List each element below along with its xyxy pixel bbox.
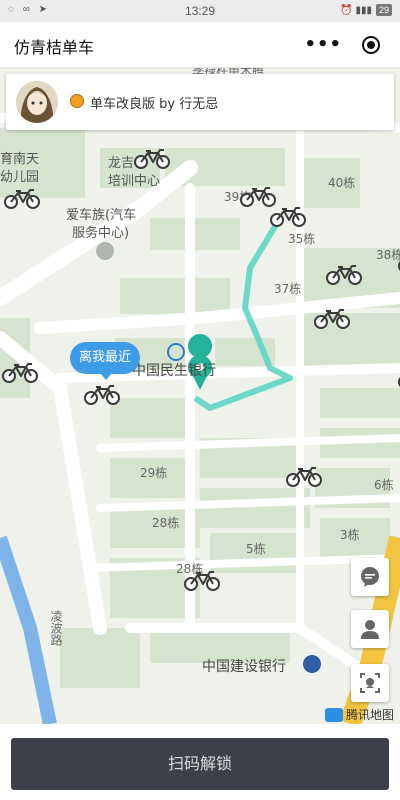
close-miniprogram-button[interactable] <box>362 36 380 54</box>
title-bar: 仿青桔单车 ••• <box>0 22 400 68</box>
bottom-bar: 扫码解锁 <box>0 724 400 800</box>
map-label-b6: 6栋 <box>374 478 394 492</box>
map-label-minsheng-bank: 中国民生银行 <box>132 363 216 379</box>
bike-icon[interactable] <box>396 252 400 274</box>
map-label-training-2: 培训中心 <box>108 174 161 189</box>
locate-button[interactable] <box>351 664 389 702</box>
avatar-image <box>16 81 58 123</box>
map-label-b5: 5栋 <box>246 542 266 556</box>
map-view[interactable]: 季禄杵甲木腾 育南天 幼儿园 龙吉 培训中心 爱车族(汽车 服务中心) 39栋 … <box>0 68 400 724</box>
orange-icon <box>70 94 84 108</box>
feedback-button[interactable] <box>351 558 389 596</box>
bike-icon[interactable] <box>396 368 400 390</box>
map-label-b28a: 28栋 <box>152 516 180 530</box>
map-label-kindergarten-2: 幼儿园 <box>0 170 40 185</box>
map-label-b3: 3栋 <box>340 528 360 542</box>
map-label-ccb: 中国建设银行 <box>202 659 286 675</box>
chat-bubble-icon <box>361 567 379 587</box>
bike-icon[interactable] <box>312 308 352 330</box>
map-label-b35: 35栋 <box>288 232 316 246</box>
bike-icon[interactable] <box>324 264 364 286</box>
info-card[interactable]: 单车改良版 by 行无忌 <box>6 74 394 130</box>
map-label-car-club-2: 服务中心) <box>72 226 130 241</box>
bike-icon[interactable] <box>0 362 40 384</box>
bike-icon[interactable] <box>284 466 324 488</box>
tencent-map-logo-icon <box>325 707 343 722</box>
user-icon <box>361 620 379 639</box>
battery-icon: 29 <box>375 4 392 16</box>
scan-unlock-button[interactable]: 扫码解锁 <box>11 738 389 790</box>
bike-icon[interactable] <box>238 186 278 208</box>
status-indicator-icons: ⏰ ▮▮▮ <box>340 4 372 16</box>
status-bar: ◌ ∞ ➤ 13:29 ⏰ ▮▮▮ 29 <box>0 0 400 22</box>
bike-icon[interactable] <box>132 148 172 170</box>
map-label-car-club-1: 爱车族(汽车 <box>66 208 137 223</box>
nearest-bike-bubble[interactable]: 离我最近 <box>70 342 140 380</box>
more-menu-button[interactable]: ••• <box>304 34 342 55</box>
page-title: 仿青桔单车 <box>14 38 95 57</box>
avatar[interactable] <box>16 81 58 123</box>
map-label-b37: 37栋 <box>274 282 302 296</box>
bike-icon[interactable] <box>2 188 42 210</box>
status-right-icons: ⏰ ▮▮▮ 29 <box>340 4 392 16</box>
bike-icon[interactable] <box>182 570 222 592</box>
bike-icon[interactable] <box>268 206 308 228</box>
bike-icon[interactable] <box>82 384 122 406</box>
locate-icon <box>360 673 380 693</box>
map-label-lingbo-road: 凌波路 <box>49 610 63 646</box>
map-label-kindergarten-1: 育南天 <box>0 152 40 167</box>
user-center-button[interactable] <box>351 610 389 648</box>
info-card-text: 单车改良版 by 行无忌 <box>90 97 219 112</box>
map-label-training-1: 龙吉 <box>108 156 135 171</box>
map-attribution: 腾讯地图 <box>325 706 394 723</box>
map-label-b40: 40栋 <box>328 176 356 190</box>
map-label-b29: 29栋 <box>140 466 168 480</box>
map-attribution-text: 腾讯地图 <box>346 708 395 722</box>
